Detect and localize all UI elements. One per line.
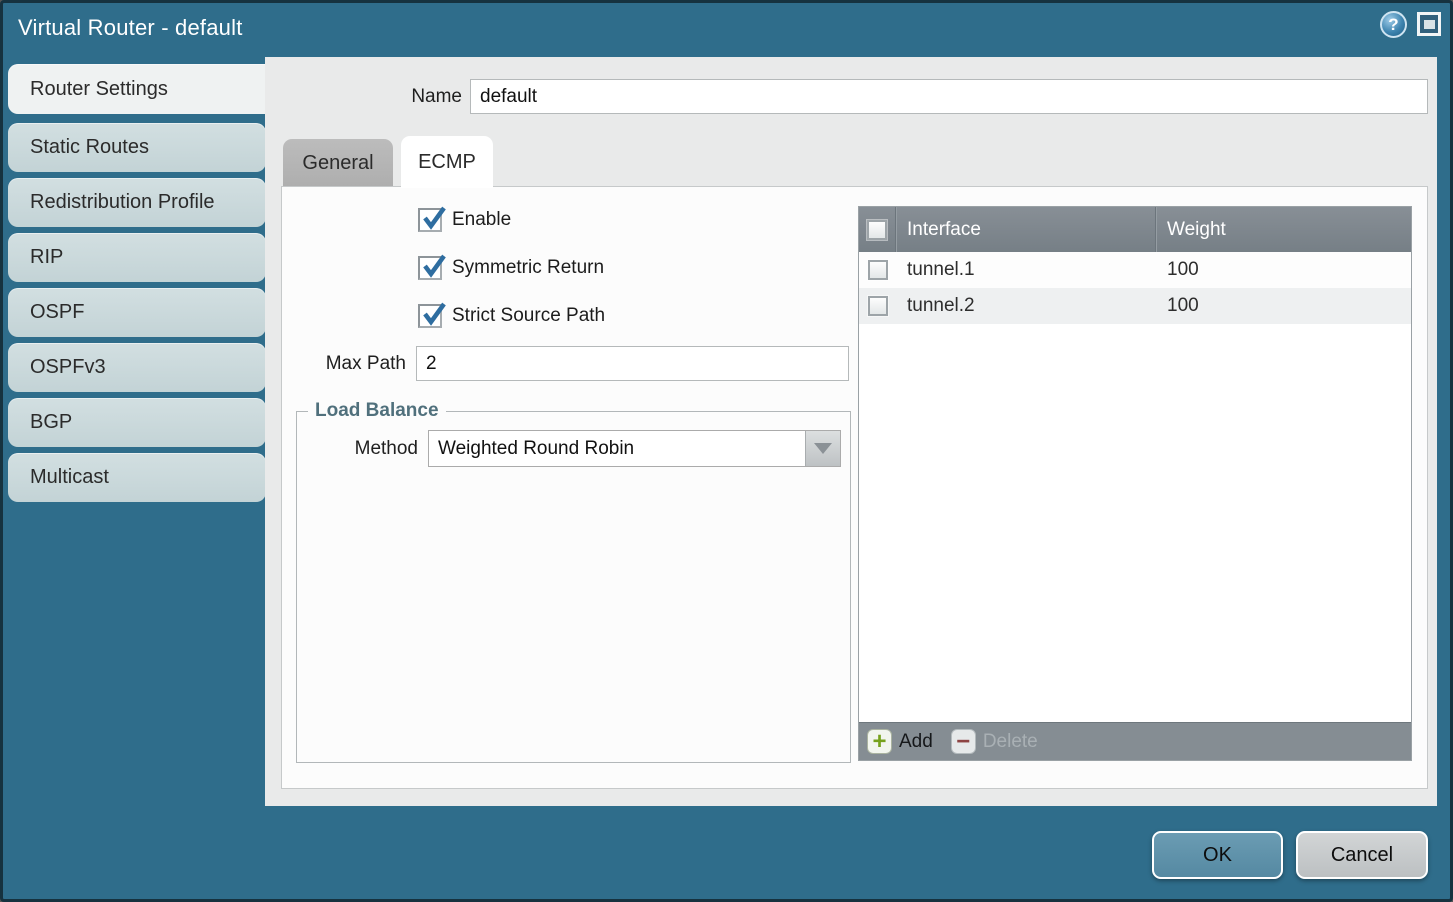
enable-label: Enable: [452, 209, 511, 231]
cell-weight: 100: [1156, 295, 1411, 317]
add-button[interactable]: + Add: [867, 729, 933, 754]
help-icon[interactable]: ?: [1380, 11, 1407, 38]
symmetric-return-row: Symmetric Return: [418, 256, 604, 280]
name-label: Name: [372, 86, 462, 108]
tab-label: ECMP: [418, 151, 476, 174]
select-all-checkbox[interactable]: [867, 220, 887, 240]
sidebar-item-label: OSPFv3: [30, 356, 106, 379]
ecmp-panel: Enable Symmetric Return Strict Source Pa…: [281, 186, 1428, 789]
dropdown-arrow-button[interactable]: [805, 431, 840, 466]
row-checkbox[interactable]: [868, 260, 888, 280]
sidebar-item-label: Redistribution Profile: [30, 191, 215, 214]
sidebar-item-label: RIP: [30, 246, 63, 269]
table-row[interactable]: tunnel.1 100: [859, 252, 1411, 288]
sidebar-item-label: OSPF: [30, 301, 84, 324]
table-row[interactable]: tunnel.2 100: [859, 288, 1411, 324]
chevron-down-icon: [814, 443, 832, 454]
row-checkbox[interactable]: [868, 296, 888, 316]
popout-icon[interactable]: [1417, 12, 1441, 36]
sidebar-item-ospfv3[interactable]: OSPFv3: [8, 343, 266, 392]
delete-button[interactable]: − Delete: [951, 729, 1038, 754]
delete-icon: −: [951, 729, 976, 754]
method-dropdown[interactable]: Weighted Round Robin: [428, 430, 841, 467]
sidebar-item-redistribution-profile[interactable]: Redistribution Profile: [8, 178, 266, 227]
column-header-weight[interactable]: Weight: [1156, 219, 1411, 241]
name-input[interactable]: [470, 79, 1428, 114]
method-dropdown-value: Weighted Round Robin: [429, 438, 805, 460]
enable-row: Enable: [418, 208, 511, 232]
table-toolbar: + Add − Delete: [859, 722, 1411, 760]
cell-weight: 100: [1156, 259, 1411, 281]
sidebar-item-label: Router Settings: [30, 78, 168, 101]
cell-interface: tunnel.2: [896, 288, 1156, 324]
tab-ecmp[interactable]: ECMP: [401, 136, 493, 188]
sidebar-item-multicast[interactable]: Multicast: [8, 453, 266, 502]
interface-table: Interface Weight tunnel.1 100 tunnel.2 1…: [858, 206, 1412, 761]
load-balance-legend: Load Balance: [308, 400, 446, 422]
table-header: Interface Weight: [859, 207, 1411, 252]
symmetric-return-label: Symmetric Return: [452, 257, 604, 279]
add-icon: +: [867, 729, 892, 754]
ok-button[interactable]: OK: [1152, 831, 1283, 879]
max-path-label: Max Path: [296, 353, 406, 375]
symmetric-return-checkbox[interactable]: [418, 256, 442, 280]
check-icon: [421, 205, 447, 231]
check-icon: [421, 253, 447, 279]
sidebar-item-bgp[interactable]: BGP: [8, 398, 266, 447]
virtual-router-dialog: Virtual Router - default ? Router Settin…: [0, 0, 1453, 902]
cell-interface: tunnel.1: [896, 252, 1156, 288]
enable-checkbox[interactable]: [418, 208, 442, 232]
strict-source-path-row: Strict Source Path: [418, 304, 605, 328]
add-label: Add: [899, 731, 933, 753]
content-area: Name General ECMP Enable Symmetric Retur…: [265, 57, 1437, 806]
popout-inner-rect: [1424, 20, 1435, 29]
tab-label: General: [302, 152, 373, 175]
sidebar-item-label: Multicast: [30, 466, 109, 489]
strict-source-path-label: Strict Source Path: [452, 305, 605, 327]
sidebar-item-router-settings[interactable]: Router Settings: [8, 64, 268, 114]
sidebar-item-static-routes[interactable]: Static Routes: [8, 123, 266, 172]
cancel-button[interactable]: Cancel: [1296, 831, 1428, 879]
tab-general[interactable]: General: [283, 139, 393, 187]
max-path-input[interactable]: [416, 346, 849, 381]
dialog-title: Virtual Router - default: [18, 15, 243, 41]
column-header-interface[interactable]: Interface: [896, 207, 1156, 252]
sidebar-item-rip[interactable]: RIP: [8, 233, 266, 282]
sidebar-item-label: BGP: [30, 411, 72, 434]
sidebar-item-label: Static Routes: [30, 136, 149, 159]
method-label: Method: [312, 438, 418, 460]
strict-source-path-checkbox[interactable]: [418, 304, 442, 328]
help-glyph: ?: [1388, 15, 1398, 35]
check-icon: [421, 301, 447, 327]
sidebar-item-ospf[interactable]: OSPF: [8, 288, 266, 337]
delete-label: Delete: [983, 731, 1038, 753]
